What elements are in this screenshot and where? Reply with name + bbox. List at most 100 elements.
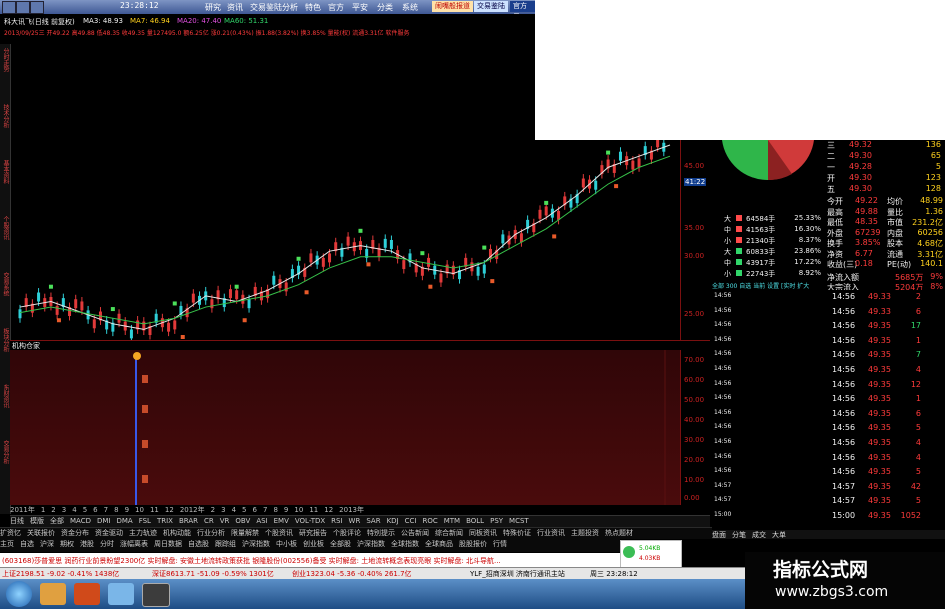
market-tab[interactable]: 自选 [20, 540, 34, 548]
info-tab[interactable]: 热点题材 [605, 529, 633, 537]
indicator-tab[interactable]: DMA [116, 517, 132, 525]
info-tab[interactable]: 个股评论 [333, 529, 361, 537]
info-tab[interactable]: 主题投资 [571, 529, 599, 537]
left-tab[interactable]: 技术分析 [1, 104, 10, 128]
info-tab[interactable]: 特殊价证 [503, 529, 531, 537]
info-tab[interactable]: 研究报告 [299, 529, 327, 537]
info-tab[interactable]: 行业资讯 [537, 529, 565, 537]
app-icon[interactable] [2, 1, 16, 14]
indicator-tab[interactable]: BRAR [179, 517, 198, 525]
indicator-tab[interactable]: MTM [444, 517, 460, 525]
left-tab[interactable]: 分时走势 [1, 48, 10, 72]
market-tab[interactable]: 沪深指数 [242, 540, 270, 548]
market-tab[interactable]: 全球商品 [425, 540, 453, 548]
info-tab[interactable]: 资金分布 [61, 529, 89, 537]
market-tab[interactable]: 跟踪组 [215, 540, 236, 548]
indicator-tab[interactable]: ASI [256, 517, 267, 525]
back-icon[interactable] [16, 1, 30, 14]
info-tab[interactable]: 主力轨迹 [129, 529, 157, 537]
indicator-tab[interactable]: FSL [139, 517, 151, 525]
indicator-tab[interactable]: WR [349, 517, 361, 525]
info-tab[interactable]: 个股资讯 [265, 529, 293, 537]
market-tab[interactable]: 中小板 [276, 540, 297, 548]
indicator-tab[interactable]: ROC [422, 517, 437, 525]
indicator-tab[interactable]: 日线 [10, 517, 24, 525]
menu-item[interactable]: 平安 [352, 2, 368, 13]
info-tab[interactable]: 限量解禁 [231, 529, 259, 537]
market-tab[interactable]: 行情 [493, 540, 507, 548]
indicator-tab[interactable]: BOLL [466, 517, 484, 525]
info-tab[interactable]: 机构动能 [163, 529, 191, 537]
indicator-tab[interactable]: SAR [366, 517, 380, 525]
menu-item[interactable]: 系统 [402, 2, 418, 13]
panel-tab[interactable]: 大单 [772, 531, 786, 539]
menu-item[interactable]: 分类 [377, 2, 393, 13]
info-tab[interactable]: 同板资讯 [469, 529, 497, 537]
ob-tabs[interactable]: 全部 300 自选 当前 设置 [实时 扩大 [712, 281, 825, 290]
indicator-tab[interactable]: CCI [405, 517, 417, 525]
app-icon[interactable] [108, 583, 134, 605]
market-tab[interactable]: 沪深指数 [357, 540, 385, 548]
top-button[interactable]: 闹嘴般报道 [432, 1, 473, 12]
indicator-tab[interactable]: DMI [97, 517, 111, 525]
indicator-tab[interactable]: EMV [274, 517, 289, 525]
indicator-panel[interactable] [10, 350, 680, 505]
menu-item[interactable]: 研究 [205, 2, 221, 13]
ind-tick: 60.00 [684, 376, 705, 384]
market-tab[interactable]: 主页 [0, 540, 14, 548]
indicator-tab[interactable]: PSY [490, 517, 503, 525]
indicator-tab[interactable]: MACD [70, 517, 91, 525]
kline-chart[interactable] [10, 140, 680, 340]
indicator-tab[interactable]: CR [204, 517, 214, 525]
left-tab[interactable]: 东财资讯 [1, 384, 10, 408]
indicator-tab[interactable]: MCST [509, 517, 529, 525]
market-tab[interactable]: 港股 [80, 540, 94, 548]
info-tab[interactable]: 行业分析 [197, 529, 225, 537]
info-tab[interactable]: 公告新闻 [401, 529, 429, 537]
left-tab[interactable]: 交易分析 [1, 440, 10, 464]
info-tab[interactable]: 特别提示 [367, 529, 395, 537]
panel-tab[interactable]: 盘面 [712, 531, 726, 539]
app-icon[interactable] [74, 583, 100, 605]
forward-icon[interactable] [30, 1, 44, 14]
menu-item[interactable]: 交易鉴陆分析 [250, 2, 298, 13]
indicator-tab[interactable]: KDJ [387, 517, 399, 525]
top-button[interactable]: 官方示 [510, 1, 535, 21]
app-icon[interactable] [142, 583, 170, 607]
panel-tab[interactable]: 分笔 [732, 531, 746, 539]
indicator-tab[interactable]: TRIX [157, 517, 173, 525]
left-tab[interactable]: 基本资料 [1, 160, 10, 184]
indicator-tab[interactable]: 全部 [50, 517, 64, 525]
market-tab[interactable]: 全部股 [330, 540, 351, 548]
info-tab[interactable]: 资金驱动 [95, 529, 123, 537]
market-tab[interactable]: 股股报价 [459, 540, 487, 548]
indicator-tab[interactable]: OBV [235, 517, 250, 525]
info-tab[interactable]: 关联报价 [27, 529, 55, 537]
market-tab[interactable]: 分时 [100, 540, 114, 548]
news-ticker[interactable]: (603168)莎普爱思 润药行业前景盼望2300亿 实时解盘: 安徽土地流转政… [0, 553, 620, 567]
indicator-tab[interactable]: VOL-TDX [295, 517, 325, 525]
explorer-icon[interactable] [40, 583, 66, 605]
market-tab[interactable]: 全球指数 [391, 540, 419, 548]
market-tab[interactable]: 创业板 [303, 540, 324, 548]
menu-item[interactable]: 特色 [305, 2, 321, 13]
start-button-icon[interactable] [6, 581, 32, 607]
menu-item[interactable]: 资讯 [227, 2, 243, 13]
market-tab[interactable]: 涨幅离表 [120, 540, 148, 548]
panel-tab[interactable]: 成交 [752, 531, 766, 539]
info-tab[interactable]: 综合新闻 [435, 529, 463, 537]
left-tab[interactable]: 个股资讯 [1, 216, 10, 240]
indicator-tab[interactable]: 模版 [30, 517, 44, 525]
indicator-tab[interactable]: RSI [331, 517, 342, 525]
left-tab[interactable]: 交易系统 [1, 272, 10, 296]
market-tab[interactable]: 自选股 [188, 540, 209, 548]
indicator-tab[interactable]: VR [220, 517, 230, 525]
market-tab[interactable]: 沪深 [40, 540, 54, 548]
market-tab[interactable]: 周日数据 [154, 540, 182, 548]
speed-widget[interactable]: 5.04KB 4.03KB [620, 540, 682, 570]
market-tab[interactable]: 期权 [60, 540, 74, 548]
top-button[interactable]: 交易鉴陆 [474, 1, 508, 12]
info-tab[interactable]: 扩资忆 [0, 529, 21, 537]
menu-item[interactable]: 官方 [328, 2, 344, 13]
left-tab[interactable]: 板块分析 [1, 328, 10, 352]
